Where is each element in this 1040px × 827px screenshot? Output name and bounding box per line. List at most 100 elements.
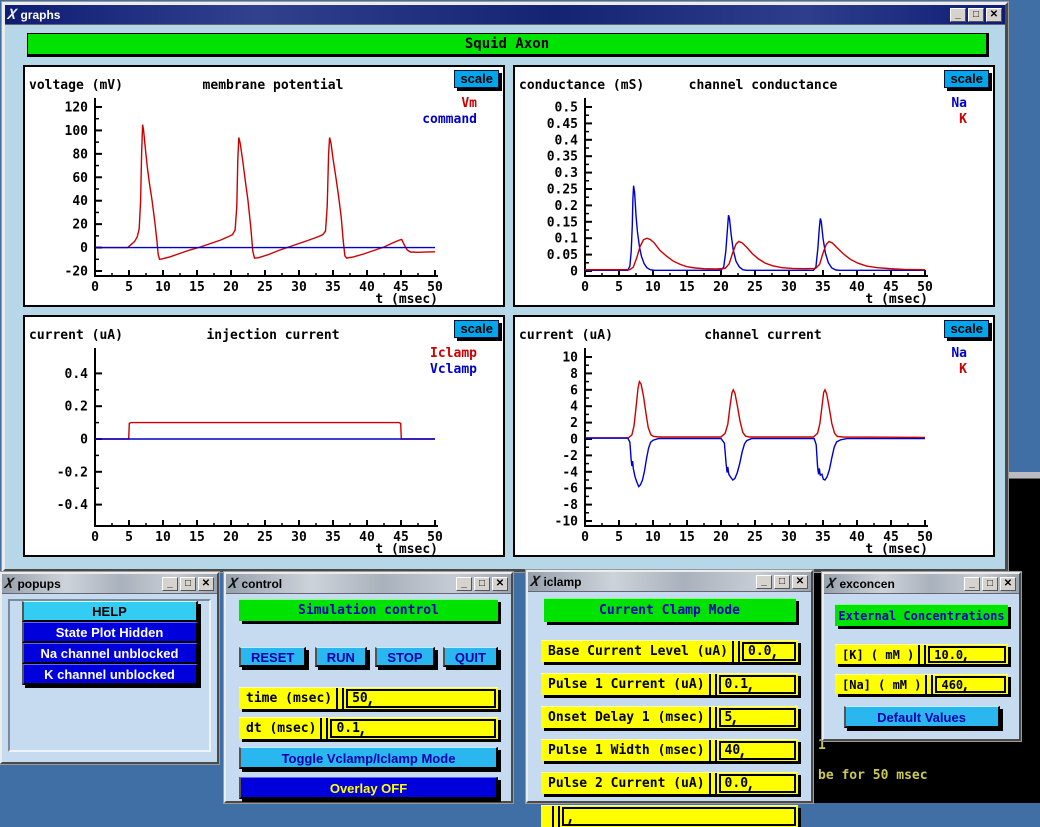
toggle-clamp-mode-button[interactable]: Toggle Vclamp/Iclamp Mode	[239, 747, 498, 769]
graphs-window: X graphs _ □ ✕ Squid Axon 12010080604020…	[2, 2, 1008, 572]
channel-current-plot: 1086420-2-4-6-8-1005101520253035404550t …	[513, 315, 995, 557]
control-window-titlebar[interactable]: X control _ □ ✕	[226, 574, 511, 594]
y-tick-label: 0.4	[555, 133, 579, 148]
minimize-icon[interactable]: _	[964, 577, 980, 591]
iclamp-window-titlebar[interactable]: X iclamp _ □ ✕	[528, 572, 811, 592]
partial-field-value[interactable]	[562, 807, 796, 826]
x-tick-label: 5	[615, 280, 623, 295]
external-concentrations-header: External Concentrations	[835, 604, 1008, 626]
terminal-output-line: be for 50 msec	[818, 768, 928, 783]
close-icon[interactable]: ✕	[492, 577, 508, 591]
maximize-icon[interactable]: □	[180, 577, 196, 591]
help-button[interactable]: HELP	[22, 601, 198, 622]
pulse1-current-label: Pulse 1 Current (uA)	[541, 677, 709, 692]
x-tick-label: 10	[645, 530, 661, 545]
y-axis-label: voltage (mV)	[29, 78, 123, 93]
na-concentration-value[interactable]: 460	[935, 676, 1006, 693]
maximize-icon[interactable]: □	[968, 8, 984, 22]
onset-delay1-value[interactable]: 5	[719, 708, 796, 727]
maximize-icon[interactable]: □	[774, 575, 790, 589]
current-clamp-mode-header: Current Clamp Mode	[544, 598, 796, 622]
scale-button[interactable]: scale	[944, 320, 989, 338]
y-axis-label: current (uA)	[29, 328, 123, 343]
reset-button[interactable]: RESET	[239, 647, 306, 667]
maximize-icon[interactable]: □	[474, 577, 490, 591]
minimize-icon[interactable]: _	[456, 577, 472, 591]
y-tick-label: 0	[570, 265, 578, 280]
na-channel-button[interactable]: Na channel unblocked	[22, 643, 198, 664]
field-separator	[336, 688, 344, 709]
legend-Vclamp: Vclamp	[430, 362, 477, 377]
x-tick-label: 40	[359, 280, 375, 295]
popups-window-titlebar[interactable]: X popups _ □ ✕	[2, 574, 217, 594]
y-tick-label: 100	[65, 124, 89, 139]
injection-current-chart: 0.40.20-0.2-0.405101520253035404550t (ms…	[25, 317, 503, 555]
x-tick-label: 15	[679, 280, 695, 295]
x-tick-label: 35	[815, 530, 831, 545]
x11-logo-icon: X	[530, 575, 540, 589]
control-window: X control _ □ ✕ Simulation control RESET…	[224, 572, 513, 803]
popups-window-title: popups	[17, 577, 60, 591]
y-tick-label: 2	[570, 416, 578, 431]
x-tick-label: 0	[581, 530, 589, 545]
default-values-button[interactable]: Default Values	[844, 706, 1000, 728]
y-tick-label: 0.2	[65, 400, 88, 415]
pulse2-current-label: Pulse 2 Current (uA)	[541, 776, 709, 791]
base-current-value[interactable]: 0.0	[742, 642, 796, 661]
k-concentration-label: [K] ( mM )	[835, 648, 918, 662]
x-tick-label: 30	[291, 280, 307, 295]
maximize-icon[interactable]: □	[982, 577, 998, 591]
iclamp-window: X iclamp _ □ ✕ Current Clamp Mode Base C…	[526, 570, 813, 803]
y-tick-label: 0.1	[555, 232, 579, 247]
time-field-label: time (msec)	[239, 691, 336, 706]
x-tick-label: 40	[849, 530, 865, 545]
y-tick-label: 0.4	[65, 367, 89, 382]
minimize-icon[interactable]: _	[950, 8, 966, 22]
membrane-potential-chart: 120100806040200-2005101520253035404550t …	[25, 67, 503, 305]
y-tick-label: -6	[562, 482, 578, 497]
minimize-icon[interactable]: _	[756, 575, 772, 589]
stop-button[interactable]: STOP	[375, 647, 434, 667]
close-icon[interactable]: ✕	[198, 577, 214, 591]
exconcen-window: X exconcen _ □ ✕ External Concentrations…	[822, 572, 1021, 741]
y-tick-label: 40	[72, 194, 88, 209]
state-plot-button[interactable]: State Plot Hidden	[22, 622, 198, 643]
y-tick-label: -0.2	[57, 465, 88, 480]
popups-window: X popups _ □ ✕ HELP State Plot Hidden Na…	[0, 572, 219, 764]
quit-button[interactable]: QUIT	[443, 647, 498, 667]
field-separator	[709, 707, 717, 728]
close-icon[interactable]: ✕	[986, 8, 1002, 22]
pulse1-current-value[interactable]: 0.1	[719, 675, 796, 694]
pulse1-width-value[interactable]: 40	[719, 741, 796, 760]
y-tick-label: 0.45	[547, 117, 578, 132]
onset-delay1-field: Onset Delay 1 (msec) 5	[541, 706, 798, 728]
x-tick-label: 35	[815, 280, 831, 295]
y-tick-label: 4	[570, 400, 578, 415]
graphs-window-titlebar[interactable]: X graphs _ □ ✕	[5, 5, 1005, 25]
run-button[interactable]: RUN	[315, 647, 367, 667]
k-concentration-field: [K] ( mM ) 10.0	[835, 644, 1008, 664]
exconcen-window-titlebar[interactable]: X exconcen _ □ ✕	[824, 574, 1019, 594]
scale-button[interactable]: scale	[944, 70, 989, 88]
scale-button[interactable]: scale	[454, 70, 499, 88]
minimize-icon[interactable]: _	[162, 577, 178, 591]
base-current-label: Base Current Level (uA)	[541, 644, 732, 659]
close-icon[interactable]: ✕	[1000, 577, 1016, 591]
pulse2-current-field: Pulse 2 Current (uA) 0.0	[541, 772, 798, 794]
y-tick-label: -2	[562, 449, 578, 464]
time-field-value[interactable]: 50	[346, 689, 496, 708]
field-separator	[320, 718, 328, 739]
k-channel-button[interactable]: K channel unblocked	[22, 664, 198, 685]
pulse2-current-value[interactable]: 0.0	[719, 774, 796, 793]
scale-button[interactable]: scale	[454, 320, 499, 338]
y-axis-label: current (uA)	[519, 328, 613, 343]
close-icon[interactable]: ✕	[792, 575, 808, 589]
k-concentration-value[interactable]: 10.0	[928, 646, 1006, 663]
series-K	[585, 382, 925, 438]
dt-field-value[interactable]: 0.1	[330, 719, 496, 738]
x-tick-label: 30	[781, 530, 797, 545]
y-tick-label: 0.5	[555, 101, 578, 116]
overlay-button[interactable]: Overlay OFF	[239, 777, 498, 799]
x-axis-label: t (msec)	[865, 542, 928, 555]
base-current-field: Base Current Level (uA) 0.0	[541, 640, 798, 662]
